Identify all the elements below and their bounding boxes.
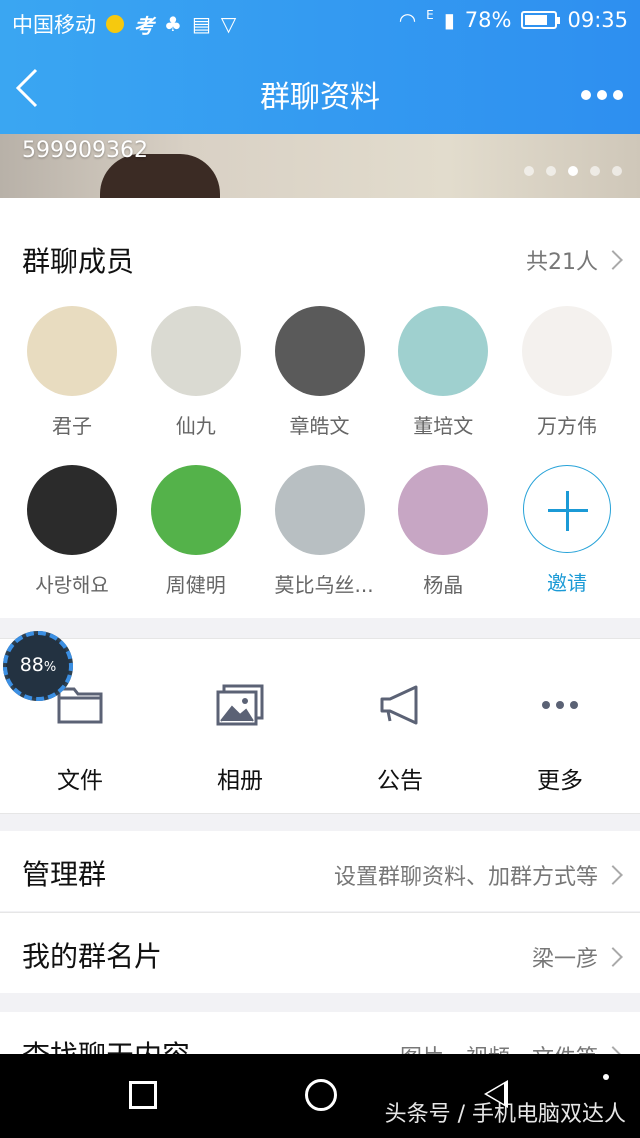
page-dot bbox=[612, 166, 622, 176]
more-label: 更多 bbox=[537, 768, 583, 794]
group-card-value: 梁一彦 bbox=[531, 947, 598, 972]
avatar bbox=[27, 306, 117, 396]
nav-menu-dot-icon bbox=[603, 1074, 609, 1080]
announcement-action[interactable]: 公告 bbox=[320, 639, 480, 813]
more-action[interactable]: 更多 bbox=[480, 639, 640, 813]
member-item[interactable]: 君子 bbox=[27, 306, 117, 439]
megaphone-icon bbox=[380, 685, 418, 725]
watermark: 头条号 / 手机电脑双达人 bbox=[384, 1102, 626, 1127]
member-item[interactable]: 仙九 bbox=[150, 306, 241, 439]
member-item[interactable]: 杨晶 bbox=[398, 465, 489, 598]
storage-notification-icon: ▤ bbox=[191, 12, 211, 36]
member-name: 章皓文 bbox=[289, 414, 350, 438]
manage-group-value: 设置群聊资料、加群方式等 bbox=[333, 865, 598, 890]
shield-notification-icon: ▽ bbox=[220, 12, 237, 36]
album-label: 相册 bbox=[217, 768, 263, 794]
badge-value: 88 bbox=[19, 654, 44, 676]
member-name: 君子 bbox=[52, 414, 92, 438]
wifi-icon: ◠ bbox=[398, 8, 417, 32]
memory-cleaner-badge[interactable]: 88% bbox=[3, 631, 73, 701]
battery-percent: 78% bbox=[464, 8, 512, 32]
group-banner[interactable]: 599909362 bbox=[0, 134, 640, 198]
network-type-label: E bbox=[426, 8, 434, 22]
avatar bbox=[522, 306, 612, 396]
members-count: 共21人 bbox=[526, 250, 598, 275]
chevron-right-icon bbox=[603, 250, 623, 270]
manage-group-row[interactable]: 管理群 设置群聊资料、加群方式等 bbox=[0, 831, 640, 911]
member-item[interactable]: 章皓文 bbox=[274, 306, 365, 439]
more-horizontal-icon bbox=[581, 90, 623, 100]
status-bar: 中国移动 考 ♣ ▤ ▽ ◠ E ▮ 78% 09:35 bbox=[0, 0, 640, 44]
manage-group-label: 管理群 bbox=[22, 858, 107, 891]
invite-label: 邀请 bbox=[547, 571, 587, 595]
avatar bbox=[274, 465, 365, 555]
announcement-label: 公告 bbox=[377, 768, 423, 794]
recents-button[interactable] bbox=[129, 1081, 157, 1109]
member-name: 周健明 bbox=[165, 573, 226, 597]
members-grid: 君子 仙九 章皓文 董培文 万方伟 사랑해요 周健明 莫比乌丝... 杨晶 邀请 bbox=[0, 306, 640, 624]
system-nav-bar: 头条号 / 手机电脑双达人 bbox=[0, 1054, 640, 1138]
page-dot bbox=[568, 166, 578, 176]
page-dot bbox=[524, 166, 534, 176]
member-item[interactable]: 董培文 bbox=[398, 306, 489, 439]
avatar bbox=[150, 465, 241, 555]
badge-unit: % bbox=[43, 660, 57, 675]
members-section: 群聊成员 共21人 君子 仙九 章皓文 董培文 万方伟 사랑해요 周健明 莫比乌丝... 杨晶… bbox=[0, 198, 640, 618]
member-name: 万方伟 bbox=[537, 414, 597, 438]
page-title: 群聊资料 bbox=[260, 80, 380, 115]
banner-page-indicator bbox=[524, 166, 622, 176]
files-label: 文件 bbox=[57, 768, 103, 794]
member-name: 杨晶 bbox=[423, 573, 464, 597]
avatar bbox=[398, 306, 489, 396]
more-dots-icon bbox=[542, 701, 578, 709]
member-item[interactable]: 莫比乌丝... bbox=[274, 465, 374, 598]
avatar bbox=[398, 465, 489, 555]
member-name: 董培文 bbox=[413, 414, 474, 438]
game-notification-icon: ♣ bbox=[164, 12, 182, 36]
chevron-right-icon bbox=[603, 947, 623, 967]
member-item[interactable]: 万方伟 bbox=[522, 306, 612, 439]
plus-icon bbox=[523, 465, 611, 553]
manage-group-value-wrap: 设置群聊资料、加群方式等 bbox=[333, 859, 623, 891]
invite-button[interactable]: 邀请 bbox=[522, 465, 612, 598]
group-card-row[interactable]: 我的群名片 梁一彦 bbox=[0, 913, 640, 993]
badge-percent: 88% bbox=[6, 654, 70, 676]
chevron-right-icon bbox=[603, 865, 623, 885]
members-title: 群聊成员 bbox=[22, 245, 135, 278]
title-bar: 群聊资料 bbox=[0, 44, 640, 134]
signal-icon: ▮ bbox=[443, 8, 455, 32]
clock: 09:35 bbox=[567, 8, 628, 32]
photo-album-icon bbox=[216, 684, 264, 726]
member-name: 莫比乌丝... bbox=[274, 573, 374, 597]
avatar bbox=[150, 306, 241, 396]
home-button[interactable] bbox=[305, 1079, 337, 1111]
group-card-label: 我的群名片 bbox=[22, 940, 163, 973]
page-dot bbox=[546, 166, 556, 176]
quick-actions: 文件 相册 公告 更多 bbox=[0, 638, 640, 814]
group-card-value-wrap: 梁一彦 bbox=[531, 941, 623, 973]
battery-icon bbox=[521, 11, 561, 29]
group-id: 599909362 bbox=[22, 138, 148, 163]
app-notification-icon: 考 bbox=[134, 13, 154, 38]
member-item[interactable]: 사랑해요 bbox=[27, 465, 117, 598]
member-name: 사랑해요 bbox=[35, 573, 109, 597]
members-count-link[interactable]: 共21人 bbox=[526, 244, 623, 276]
album-action[interactable]: 相册 bbox=[160, 639, 320, 813]
member-name: 仙九 bbox=[175, 414, 216, 438]
member-item[interactable]: 周健明 bbox=[150, 465, 241, 598]
carrier-label: 中国移动 bbox=[12, 13, 96, 37]
avatar bbox=[27, 465, 117, 555]
page-dot bbox=[590, 166, 600, 176]
avatar bbox=[274, 306, 365, 396]
notification-dot-icon bbox=[106, 15, 124, 33]
more-options-button[interactable] bbox=[580, 74, 624, 109]
